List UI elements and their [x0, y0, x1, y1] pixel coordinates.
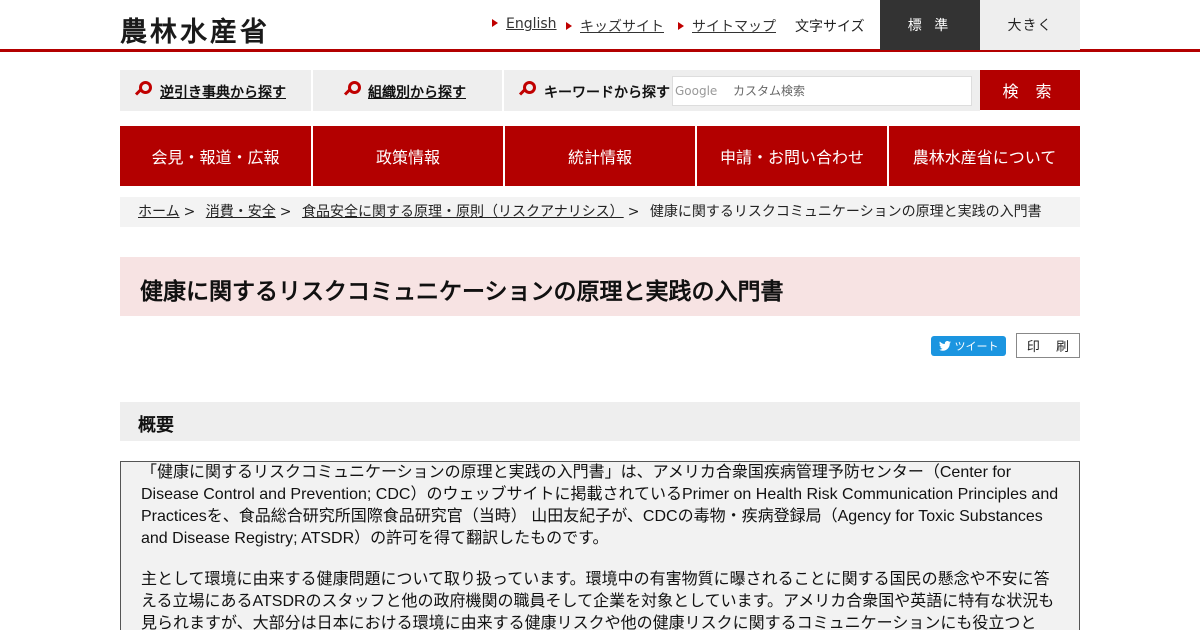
twitter-bird-icon	[938, 341, 951, 351]
print-button[interactable]: 印 刷	[1016, 333, 1080, 358]
tweet-label: ツイート	[954, 340, 999, 353]
breadcrumb-consumer-safety[interactable]: 消費・安全	[206, 204, 276, 220]
kids-site-link[interactable]: キッズサイト	[566, 16, 664, 36]
nav-about[interactable]: 農林水産省について	[889, 126, 1080, 186]
breadcrumb-risk-analysis[interactable]: 食品安全に関する原理・原則（リスクアナリシス）	[302, 204, 624, 220]
reverse-lookup-search[interactable]: 逆引き事典から探す	[120, 70, 311, 111]
arrow-icon	[492, 19, 498, 27]
site-header: 農林水産省 English キッズサイト サイトマップ 文字サイズ 標 準 大き…	[0, 0, 1200, 52]
reverse-lookup-link[interactable]: 逆引き事典から探す	[160, 82, 286, 102]
summary-paragraph: 主として環境に由来する健康問題について取り扱っています。環境中の有害物質に曝され…	[141, 571, 1055, 630]
page-title-box: 健康に関するリスクコミュニケーションの原理と実践の入門書	[120, 257, 1080, 316]
nav-statistics[interactable]: 統計情報	[505, 126, 695, 186]
search-icon	[518, 81, 537, 100]
font-size-standard-button[interactable]: 標 準	[880, 0, 980, 50]
sitemap-link[interactable]: サイトマップ	[678, 16, 776, 36]
summary-paragraph: 「健康に関するリスクコミュニケーションの原理と実践の入門書」は、アメリカ合衆国疾…	[141, 464, 1059, 547]
tweet-button[interactable]: ツイート	[931, 336, 1006, 356]
nav-press[interactable]: 会見・報道・広報	[120, 126, 311, 186]
breadcrumb-current: 健康に関するリスクコミュニケーションの原理と実践の入門書	[649, 204, 1042, 220]
font-size-large-button[interactable]: 大きく	[980, 0, 1080, 50]
google-brand: Google	[675, 84, 718, 98]
org-search[interactable]: 組織別から探す	[313, 70, 502, 111]
keyword-search-label: キーワードから探す	[544, 85, 670, 101]
site-logo[interactable]: 農林水産省	[120, 10, 270, 49]
breadcrumb: ホーム > 消費・安全 > 食品安全に関する原理・原則（リスクアナリシス） > 健康に…	[120, 197, 1080, 227]
font-size-label: 文字サイズ	[795, 19, 865, 35]
org-search-link[interactable]: 組織別から探す	[368, 82, 466, 102]
breadcrumb-home[interactable]: ホーム	[138, 204, 180, 220]
page-title: 健康に関するリスクコミュニケーションの原理と実践の入門書	[140, 279, 784, 305]
nav-policy[interactable]: 政策情報	[313, 126, 503, 186]
section-heading: 概要	[138, 415, 174, 436]
search-icon	[134, 81, 153, 100]
summary-content: 「健康に関するリスクコミュニケーションの原理と実践の入門書」は、アメリカ合衆国疾…	[120, 461, 1080, 630]
english-link[interactable]: English	[492, 16, 557, 32]
arrow-icon	[678, 22, 684, 30]
search-button[interactable]: 検 索	[980, 70, 1080, 110]
nav-applications[interactable]: 申請・お問い合わせ	[697, 126, 887, 186]
section-heading-box: 概要	[120, 402, 1080, 441]
search-icon	[343, 81, 362, 100]
arrow-icon	[566, 22, 572, 30]
